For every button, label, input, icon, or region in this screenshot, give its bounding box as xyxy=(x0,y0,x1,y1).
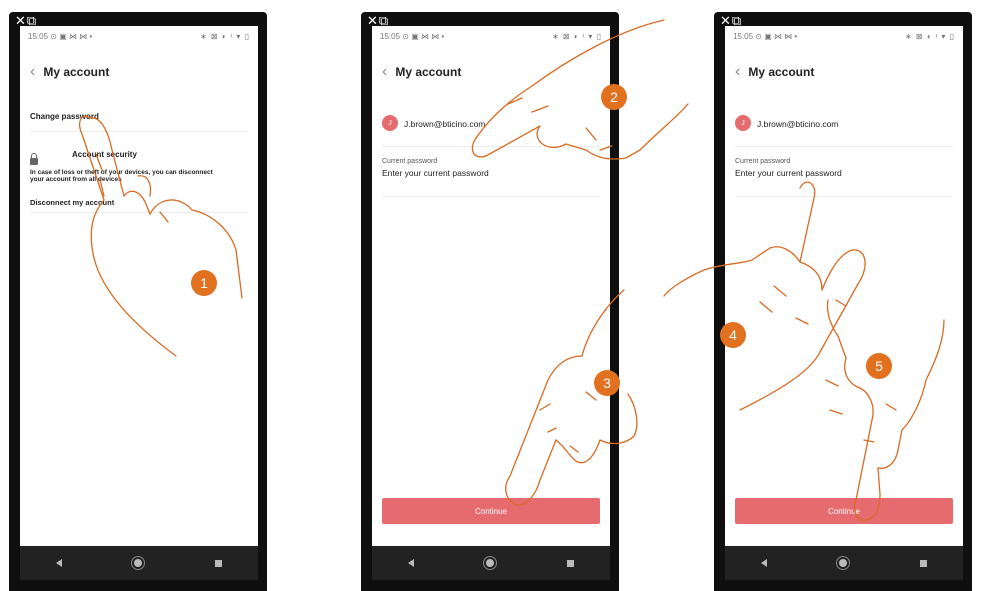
pointing-hand-icon xyxy=(799,181,823,291)
step-badge-2: 2 xyxy=(601,84,627,110)
pointing-hand-icon xyxy=(505,355,583,506)
pointing-hand-icon xyxy=(471,19,665,158)
step-badge-5: 5 xyxy=(866,353,892,379)
step-badge-4: 4 xyxy=(720,322,746,348)
step-badge-3: 3 xyxy=(594,370,620,396)
pointing-hand-icon xyxy=(854,387,874,521)
step-badge-1: 1 xyxy=(191,270,217,296)
hand-gesture-illustrations xyxy=(78,19,945,521)
pointing-hand-icon xyxy=(78,115,177,357)
